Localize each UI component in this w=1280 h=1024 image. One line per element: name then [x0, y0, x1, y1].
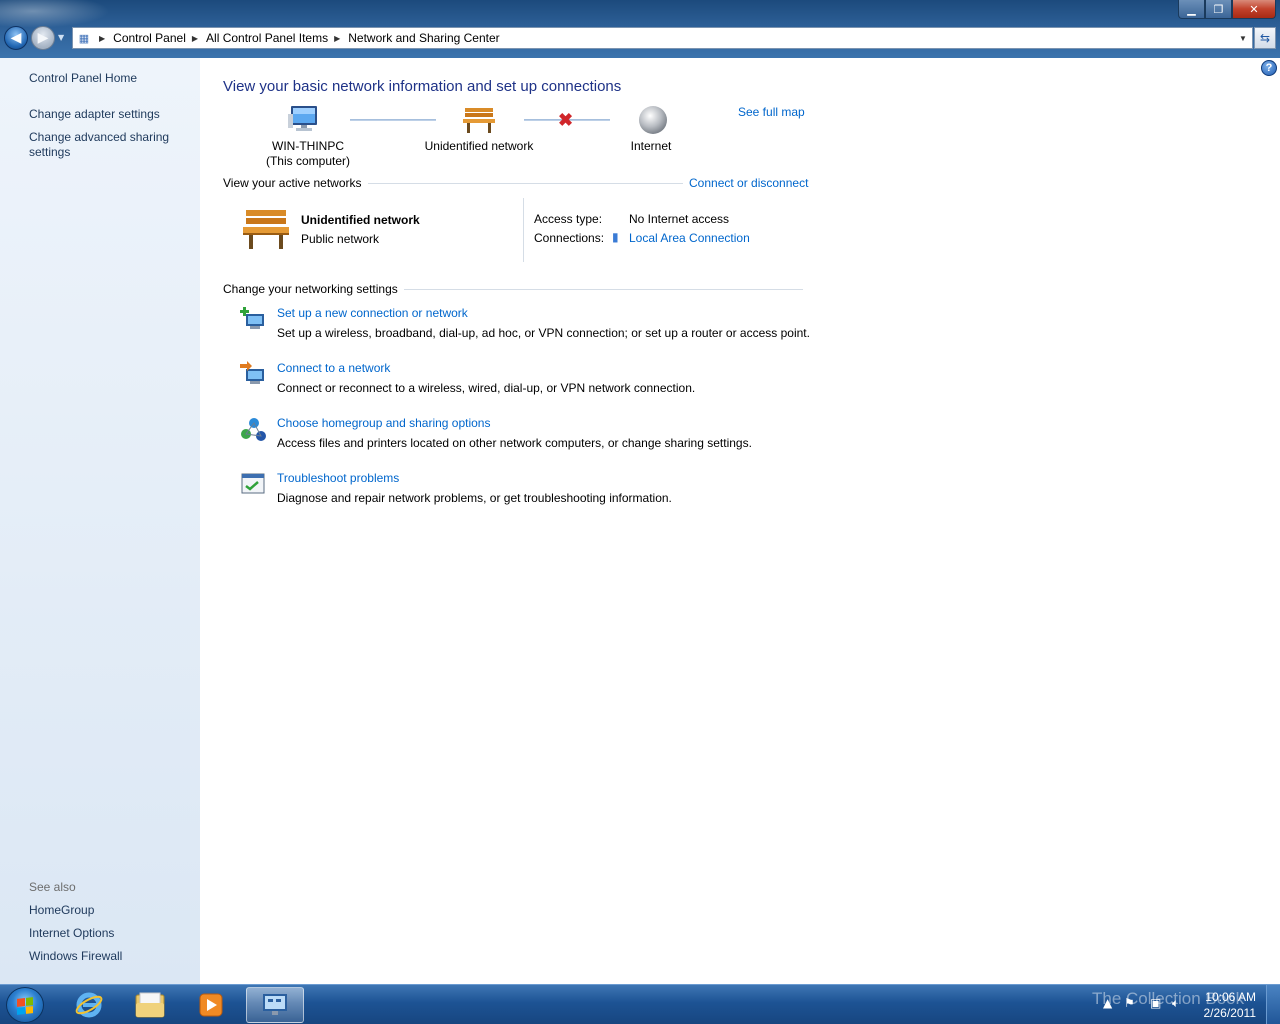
breadcrumb-network-center[interactable]: Network and Sharing Center: [346, 31, 501, 45]
refresh-button[interactable]: ⇆: [1254, 27, 1276, 49]
active-network-panel: Unidentified network Public network Acce…: [223, 198, 803, 262]
connect-network-desc: Connect or reconnect to a wireless, wire…: [277, 381, 696, 395]
windows-explorer-icon[interactable]: [121, 987, 179, 1023]
sidebar-item-homegroup[interactable]: HomeGroup: [29, 903, 94, 917]
new-connection-icon: [240, 306, 268, 334]
internet-explorer-icon[interactable]: [60, 987, 118, 1023]
setup-connection-desc: Set up a wireless, broadband, dial-up, a…: [277, 326, 810, 340]
chevron-right-icon[interactable]: ▶: [192, 34, 198, 43]
media-player-icon[interactable]: [182, 987, 240, 1023]
troubleshoot-icon: [240, 471, 268, 499]
address-bar[interactable]: ▦ ▶ Control Panel ▶ All Control Panel It…: [72, 27, 1253, 49]
control-panel-icon[interactable]: ▦: [73, 28, 95, 48]
window-controls: ▁ ❐ ✕: [1178, 0, 1276, 20]
network-center-icon[interactable]: [246, 987, 304, 1023]
system-clock[interactable]: 10:06 AM 2/26/2011: [1204, 989, 1257, 1021]
network-warning-icon[interactable]: ▣: [1150, 996, 1161, 1010]
start-button[interactable]: [6, 987, 44, 1023]
change-settings-heading: Change your networking settings: [223, 282, 404, 296]
taskbar: The Collection Book ▲ ⚑ ▣ 🔈︎ 10:06 AM 2/…: [0, 984, 1280, 1024]
connect-network-link[interactable]: Connect to a network: [277, 361, 390, 375]
task-connect-network: Connect to a network Connect or reconnec…: [240, 361, 820, 401]
clock-date: 2/26/2011: [1203, 1006, 1257, 1020]
arrow-right-icon: ▶: [37, 30, 49, 46]
refresh-icon: ⇆: [1259, 31, 1271, 45]
show-desktop-button[interactable]: [1266, 985, 1280, 1024]
connect-or-disconnect-link[interactable]: Connect or disconnect: [683, 176, 809, 190]
maximize-button[interactable]: ❐: [1205, 0, 1232, 19]
main-content: ? View your basic network information an…: [200, 58, 1280, 984]
active-network-name: Unidentified network: [301, 213, 420, 227]
sidebar-item-adapter-settings[interactable]: Change adapter settings: [29, 107, 160, 121]
computer-subtitle: (This computer): [265, 154, 351, 168]
connections-label: Connections:: [534, 231, 605, 245]
back-button[interactable]: ◀: [4, 26, 28, 50]
chevron-down-icon: ▼: [58, 33, 65, 42]
help-icon[interactable]: ?: [1261, 60, 1277, 76]
computer-icon[interactable]: [288, 104, 322, 134]
action-center-flag-icon[interactable]: ⚑: [1124, 996, 1135, 1010]
sidebar-item-advanced-sharing[interactable]: Change advanced sharing: [29, 130, 169, 144]
network-node-label: Unidentified network: [424, 139, 534, 153]
breadcrumb-control-panel[interactable]: Control Panel: [111, 31, 188, 45]
computer-name: WIN-THINPC: [272, 139, 344, 153]
bench-icon[interactable]: [241, 208, 291, 250]
bench-icon[interactable]: [462, 106, 496, 134]
chevron-right-icon[interactable]: ▶: [334, 34, 340, 43]
setup-connection-link[interactable]: Set up a new connection or network: [277, 306, 468, 320]
network-type-link[interactable]: Public network: [301, 232, 379, 246]
internet-node-label: Internet: [630, 139, 672, 153]
window-chrome: ▁ ❐ ✕ ◀ ▶ ▼ ▦ ▶ Control Panel ▶ All Cont…: [0, 0, 1280, 58]
arrow-left-icon: ◀: [10, 30, 22, 46]
sidebar-item-windows-firewall[interactable]: Windows Firewall: [29, 949, 122, 963]
task-homegroup: Choose homegroup and sharing options Acc…: [240, 416, 820, 456]
homegroup-desc: Access files and printers located on oth…: [277, 436, 752, 450]
see-full-map-link[interactable]: See full map: [738, 105, 805, 119]
breadcrumb-all-items[interactable]: All Control Panel Items: [204, 31, 330, 45]
local-area-connection-link[interactable]: Local Area Connection: [629, 231, 750, 245]
see-also-heading: See also: [29, 880, 76, 894]
sidebar-item-home[interactable]: Control Panel Home: [29, 71, 137, 85]
sidebar-item-internet-options[interactable]: Internet Options: [29, 926, 114, 940]
windows-logo-icon: [17, 997, 33, 1015]
task-troubleshoot: Troubleshoot problems Diagnose and repai…: [240, 471, 820, 511]
close-button[interactable]: ✕: [1232, 0, 1276, 19]
no-connection-icon[interactable]: ✖: [558, 111, 573, 129]
titlebar-glow: [0, 0, 110, 28]
sidebar-item-advanced-sharing-cont[interactable]: settings: [29, 145, 70, 159]
clock-time: 10:06 AM: [1205, 990, 1256, 1004]
minimize-button[interactable]: ▁: [1178, 0, 1205, 19]
access-type-label: Access type:: [534, 212, 603, 226]
homegroup-icon: [240, 416, 268, 444]
sidebar: Control Panel Home Change adapter settin…: [0, 58, 200, 984]
homegroup-link[interactable]: Choose homegroup and sharing options: [277, 416, 490, 430]
show-hidden-icons[interactable]: ▲: [1103, 996, 1112, 1010]
connect-network-icon: [240, 361, 268, 389]
access-type-value: No Internet access: [629, 212, 730, 226]
address-history-dropdown[interactable]: ▼: [1234, 34, 1252, 43]
volume-icon[interactable]: 🔈︎: [1172, 996, 1179, 1011]
troubleshoot-desc: Diagnose and repair network problems, or…: [277, 491, 672, 505]
active-networks-heading: View your active networks: [223, 176, 368, 190]
troubleshoot-link[interactable]: Troubleshoot problems: [277, 471, 399, 485]
task-new-connection: Set up a new connection or network Set u…: [240, 306, 820, 346]
forward-button[interactable]: ▶: [31, 26, 55, 50]
network-link-line: [350, 119, 436, 121]
vertical-divider: [523, 198, 524, 262]
ethernet-icon: ▮: [612, 230, 619, 244]
globe-icon[interactable]: [637, 104, 669, 136]
recent-pages-dropdown[interactable]: ▼: [58, 33, 64, 42]
page-title: View your basic network information and …: [223, 78, 622, 95]
chevron-right-icon[interactable]: ▶: [99, 34, 105, 43]
computer-node-label: WIN-THINPC (This computer): [258, 139, 358, 169]
